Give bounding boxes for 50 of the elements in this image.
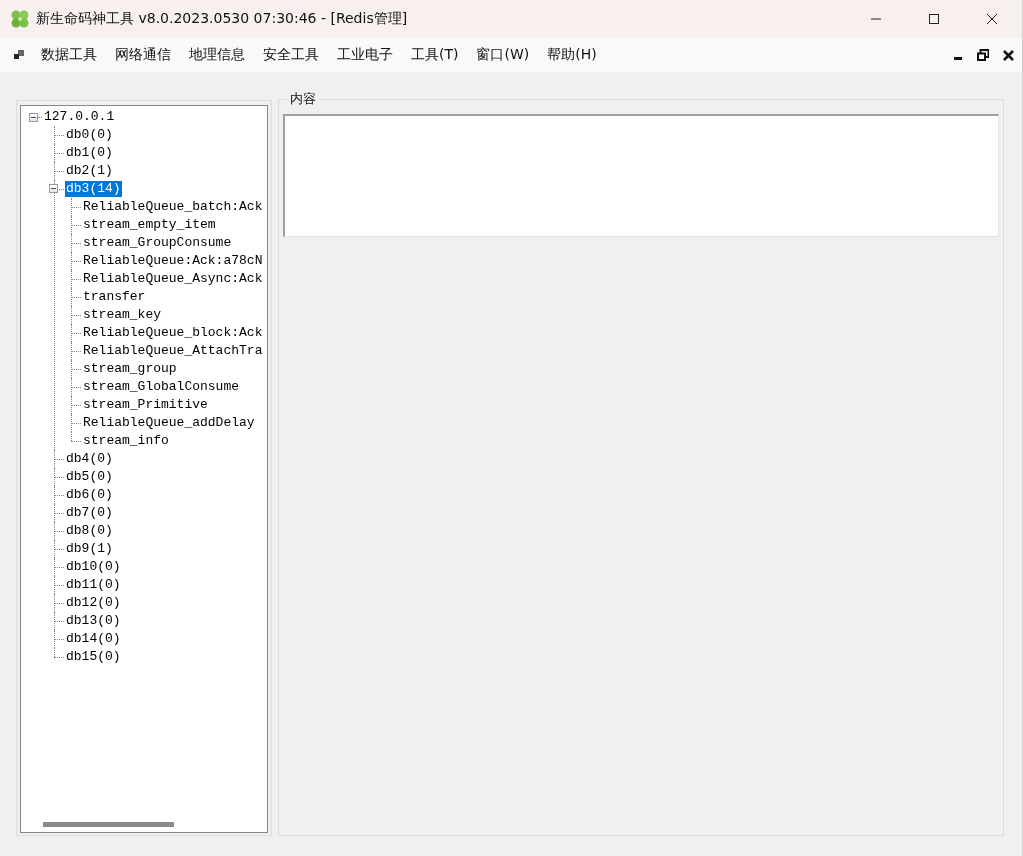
- tree-item[interactable]: db4(0): [65, 451, 114, 467]
- window-title: 新生命码神工具 v8.0.2023.0530 07:30:46 - [Redis管理]: [36, 10, 408, 28]
- tree-item[interactable]: ReliableQueue_Async:Ack: [82, 271, 264, 287]
- tree-item[interactable]: ReliableQueue_addDelay: [82, 415, 256, 431]
- tree-item[interactable]: db3(14): [65, 181, 122, 197]
- menu-item[interactable]: 数据工具: [32, 46, 106, 64]
- tree-item[interactable]: db13(0): [65, 613, 122, 629]
- menu-item[interactable]: 网络通信: [106, 46, 180, 64]
- tree-item[interactable]: stream_GroupConsume: [82, 235, 233, 251]
- menu-item[interactable]: 窗口(W): [467, 46, 539, 64]
- tree-item[interactable]: db8(0): [65, 523, 114, 539]
- tree-item[interactable]: transfer: [82, 289, 147, 305]
- tree-item[interactable]: 127.0.0.1: [43, 109, 116, 125]
- clover-icon: [10, 9, 30, 29]
- tree-item[interactable]: db6(0): [65, 487, 114, 503]
- close-icon[interactable]: [1003, 49, 1014, 61]
- tree-item[interactable]: db7(0): [65, 505, 114, 521]
- tree-item[interactable]: db15(0): [65, 649, 122, 665]
- menu-item[interactable]: 安全工具: [254, 46, 328, 64]
- tree-item[interactable]: db12(0): [65, 595, 122, 611]
- tree-item[interactable]: ReliableQueue_AttachTra: [82, 343, 264, 359]
- tree-item[interactable]: ReliableQueue:Ack:a78cN: [82, 253, 264, 269]
- tree-item[interactable]: ReliableQueue_batch:Ack: [82, 199, 264, 215]
- tree-item[interactable]: db11(0): [65, 577, 122, 593]
- tree-item[interactable]: db5(0): [65, 469, 114, 485]
- tree-item[interactable]: stream_GlobalConsume: [82, 379, 241, 395]
- tree-item[interactable]: stream_empty_item: [82, 217, 217, 233]
- menu-item[interactable]: 工业电子: [328, 46, 402, 64]
- collapse-icon[interactable]: [29, 112, 38, 122]
- menu-item[interactable]: 帮助(H): [538, 46, 606, 64]
- tree-item[interactable]: ReliableQueue_block:Ack: [82, 325, 264, 341]
- maximize-icon[interactable]: [928, 13, 940, 25]
- restore-icon[interactable]: [977, 49, 989, 61]
- tree-item[interactable]: db1(0): [65, 145, 114, 161]
- content-field[interactable]: [283, 114, 999, 237]
- tree-item[interactable]: stream_Primitive: [82, 397, 209, 413]
- tree-item[interactable]: stream_group: [82, 361, 178, 377]
- tree-item[interactable]: db0(0): [65, 127, 114, 143]
- menu-item[interactable]: 工具(T): [402, 46, 468, 64]
- tree-item[interactable]: stream_info: [82, 433, 170, 449]
- collapse-icon[interactable]: [49, 184, 58, 193]
- tree-item[interactable]: stream_key: [82, 307, 162, 323]
- tree-item[interactable]: db14(0): [65, 631, 122, 647]
- tree-item[interactable]: db9(1): [65, 541, 114, 557]
- group-label: 内容: [289, 90, 317, 108]
- close-icon[interactable]: [986, 13, 998, 25]
- menu-item[interactable]: 地理信息: [180, 46, 254, 64]
- tree-item[interactable]: db2(1): [65, 163, 114, 179]
- tree-item[interactable]: db10(0): [65, 559, 122, 575]
- window-icon[interactable]: [14, 50, 24, 60]
